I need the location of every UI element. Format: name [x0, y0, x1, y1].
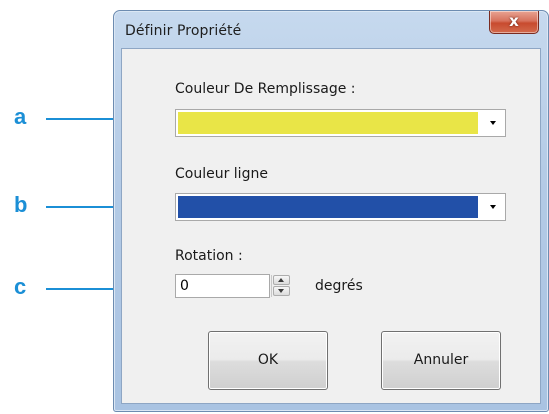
cancel-button[interactable]: Annuler [381, 331, 501, 390]
callout-c-label: c [14, 274, 27, 299]
rotation-label: Rotation : [175, 248, 243, 264]
line-color-swatch [178, 196, 478, 218]
ok-button[interactable]: OK [208, 331, 328, 390]
screenshot-stage: a b c Définir Propriété x Couleur De Rem… [0, 0, 549, 414]
close-button[interactable]: x [489, 11, 539, 34]
fill-color-dropdown[interactable] [175, 109, 506, 137]
dialog-client-area: Couleur De Remplissage : Couleur ligne R… [121, 48, 541, 404]
line-color-label: Couleur ligne [175, 166, 268, 182]
line-color-dropdown[interactable] [175, 193, 506, 221]
callout-a-label: a [14, 104, 27, 129]
rotation-input[interactable]: 0 [175, 274, 270, 298]
chevron-down-icon[interactable] [479, 110, 505, 136]
stepper-down-icon[interactable] [273, 286, 290, 296]
title-bar[interactable]: Définir Propriété x [114, 11, 548, 49]
close-icon: x [509, 12, 519, 30]
rotation-stepper[interactable] [271, 275, 291, 297]
callout-b-label: b [14, 192, 28, 217]
rotation-unit-label: degrés [315, 278, 363, 294]
dialog-window: Définir Propriété x Couleur De Remplissa… [113, 10, 549, 412]
window-title: Définir Propriété [125, 23, 242, 39]
fill-color-label: Couleur De Remplissage : [175, 81, 356, 97]
chevron-down-icon[interactable] [479, 194, 505, 220]
stepper-up-icon[interactable] [273, 275, 290, 285]
fill-color-swatch [178, 112, 478, 134]
